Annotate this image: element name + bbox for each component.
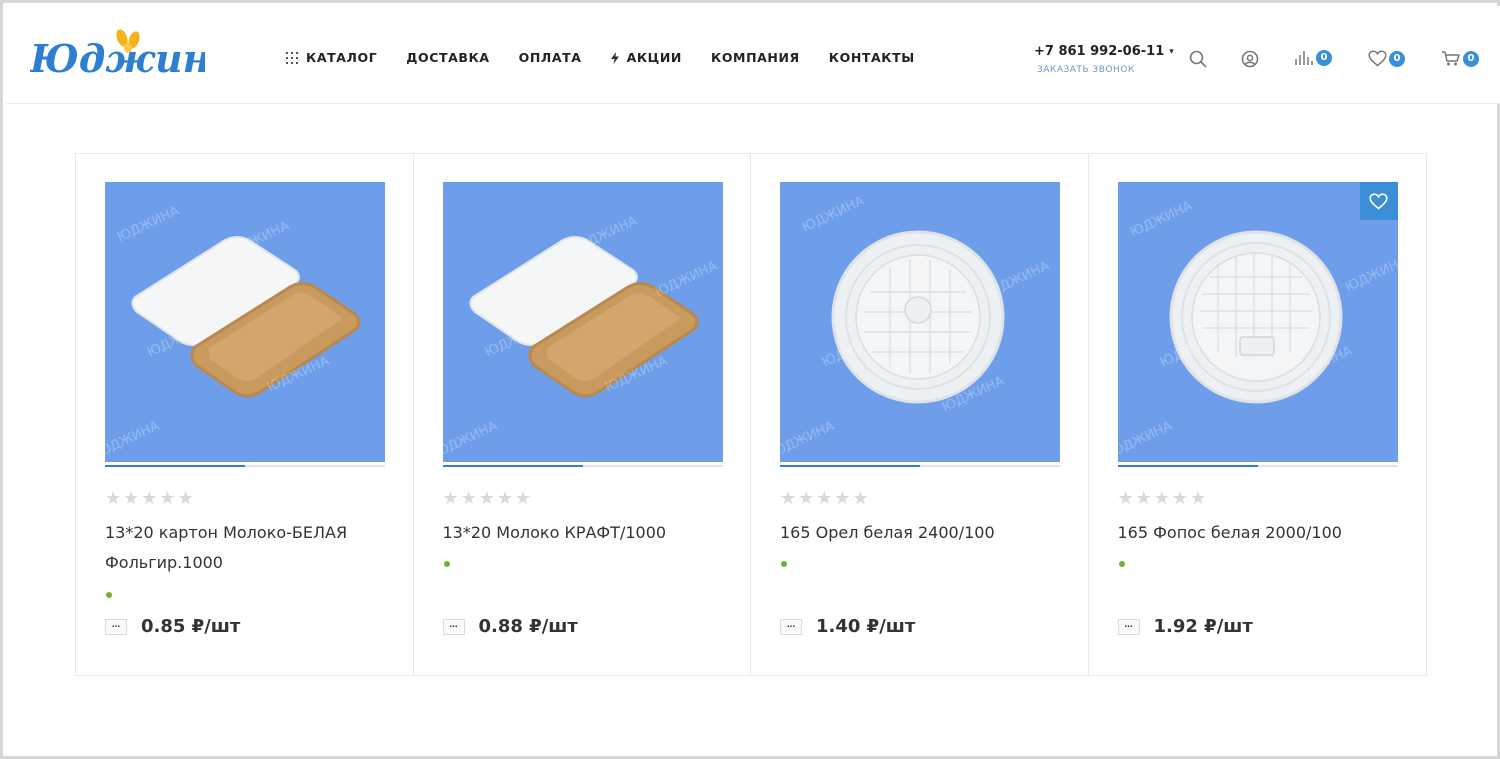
product-card: ЮДЖИНА ЮДЖИНА ЮДЖИНА ЮДЖИНА ЮДЖИНА ★★★★★… [414,154,751,675]
nav-company-label: КОМПАНИЯ [711,50,800,65]
grid-icon [286,51,298,64]
product-image[interactable]: ЮДЖИНА ЮДЖИНА ЮДЖИНА ЮДЖИНА ЮДЖИНА [105,182,385,462]
page-frame: Юджина КАТАЛОГ [0,0,1500,759]
search-button[interactable] [1189,50,1207,68]
quantity-button[interactable]: ... [780,618,802,635]
price-row: ... 1.92 ₽/шт [1117,616,1253,637]
in-stock-indicator [106,592,112,598]
product-grid: ЮДЖИНА ЮДЖИНА ЮДЖИНА ЮДЖИНА ЮДЖИНА ★★★★★… [75,153,1427,676]
tray-pair-image [468,236,698,398]
heart-icon [1369,192,1388,210]
slider-fill [105,465,245,467]
logo-image: Юджина [29,29,235,81]
nav-contacts-label: КОНТАКТЫ [828,50,915,65]
phone-text: +7 861 992-06-11 [1034,44,1165,59]
nav-delivery-label: ДОСТАВКА [406,50,490,65]
product-image[interactable]: ЮДЖИНА ЮДЖИНА ЮДЖИНА ЮДЖИНА ЮДЖИНА [442,182,723,462]
product-card: ЮДЖИНА ЮДЖИНА ЮДЖИНА ЮДЖИНА ЮДЖИНА ★★★★★… [76,154,414,675]
in-stock-indicator [443,561,450,567]
product-name[interactable]: 13*20 Молоко КРАФТ/1000 [443,518,713,548]
nav-contacts[interactable]: КОНТАКТЫ [829,50,915,65]
search-icon [1189,50,1207,68]
phone-block: +7 861 992-06-11 ▾ ЗАКАЗАТЬ ЗВОНОК [1034,44,1174,75]
user-icon [1241,50,1259,68]
product-name[interactable]: 13*20 картон Молоко-БЕЛАЯ Фольгир.1000 [105,518,375,578]
rating-stars[interactable]: ★★★★★ [443,488,534,508]
compare-button[interactable]: 0 [1294,50,1332,66]
quantity-button[interactable]: ... [1117,618,1140,635]
chevron-down-icon: ▾ [1169,46,1174,57]
phone-number[interactable]: +7 861 992-06-11 ▾ [1034,44,1174,59]
slider-fill [1117,465,1258,467]
add-to-favorites-button[interactable] [1359,182,1398,220]
slider-fill [780,465,920,467]
product-card: ЮДЖИНА ЮДЖИНА ЮДЖИНА ЮДЖИНА ЮДЖИНА ★★★★★… [751,154,1089,675]
nav-payment-label: ОПЛАТА [518,50,582,65]
nav-payment[interactable]: ОПЛАТА [519,50,582,65]
product-price: 1.40 ₽/шт [816,616,916,637]
cart-button[interactable]: 0 [1441,50,1479,67]
nav-promotions-label: АКЦИИ [626,50,682,65]
svg-text:Юджина: Юджина [30,36,205,81]
image-slider-progress [1117,465,1398,467]
price-row: ... 1.40 ₽/шт [780,616,915,637]
rating-stars[interactable]: ★★★★★ [105,488,196,508]
lightning-icon [610,51,619,64]
cart-icon [1442,51,1460,66]
product-price: 0.88 ₽/шт [478,616,578,637]
product-card: ЮДЖИНА ЮДЖИНА ЮДЖИНА ЮДЖИНА ЮДЖИНА ★★★★★… [1089,154,1427,675]
product-image[interactable]: ЮДЖИНА ЮДЖИНА ЮДЖИНА ЮДЖИНА ЮДЖИНА [1117,182,1398,462]
image-slider-progress [105,465,385,467]
callback-link[interactable]: ЗАКАЗАТЬ ЗВОНОК [1037,65,1174,75]
compare-icon [1295,51,1313,65]
account-button[interactable] [1241,50,1259,68]
nav-promotions[interactable]: АКЦИИ [610,50,682,65]
heart-icon [1368,50,1387,67]
price-row: ... 0.85 ₽/шт [105,616,240,637]
image-slider-progress [442,465,723,467]
compare-count-badge: 0 [1316,50,1332,66]
product-price: 1.92 ₽/шт [1153,616,1253,637]
quantity-button[interactable]: ... [442,618,465,635]
rating-stars[interactable]: ★★★★★ [780,488,871,508]
slider-fill [442,465,583,467]
image-slider-progress [780,465,1060,467]
quantity-button[interactable]: ... [105,618,127,635]
price-row: ... 0.88 ₽/шт [442,616,578,637]
main-nav: КАТАЛОГ ДОСТАВКА ОПЛАТА АКЦИИ КОМПАНИЯ К… [286,50,944,65]
product-image[interactable]: ЮДЖИНА ЮДЖИНА ЮДЖИНА ЮДЖИНА ЮДЖИНА [780,182,1060,462]
site-header: Юджина КАТАЛОГ [6,6,1500,104]
nav-delivery[interactable]: ДОСТАВКА [406,50,489,65]
logo[interactable]: Юджина [29,28,235,84]
product-price: 0.85 ₽/шт [141,616,241,637]
product-name[interactable]: 165 Фопос белая 2000/100 [1118,518,1388,548]
in-stock-indicator [781,561,787,567]
nav-company[interactable]: КОМПАНИЯ [711,50,800,65]
product-name[interactable]: 165 Орел белая 2400/100 [780,518,1050,548]
favorites-count-badge: 0 [1389,50,1405,67]
cart-count-badge: 0 [1463,50,1479,67]
nav-catalog[interactable]: КАТАЛОГ [286,50,377,65]
favorites-button[interactable]: 0 [1368,50,1405,67]
rating-stars[interactable]: ★★★★★ [1118,488,1209,508]
in-stock-indicator [1118,561,1125,567]
nav-catalog-label: КАТАЛОГ [306,50,378,65]
